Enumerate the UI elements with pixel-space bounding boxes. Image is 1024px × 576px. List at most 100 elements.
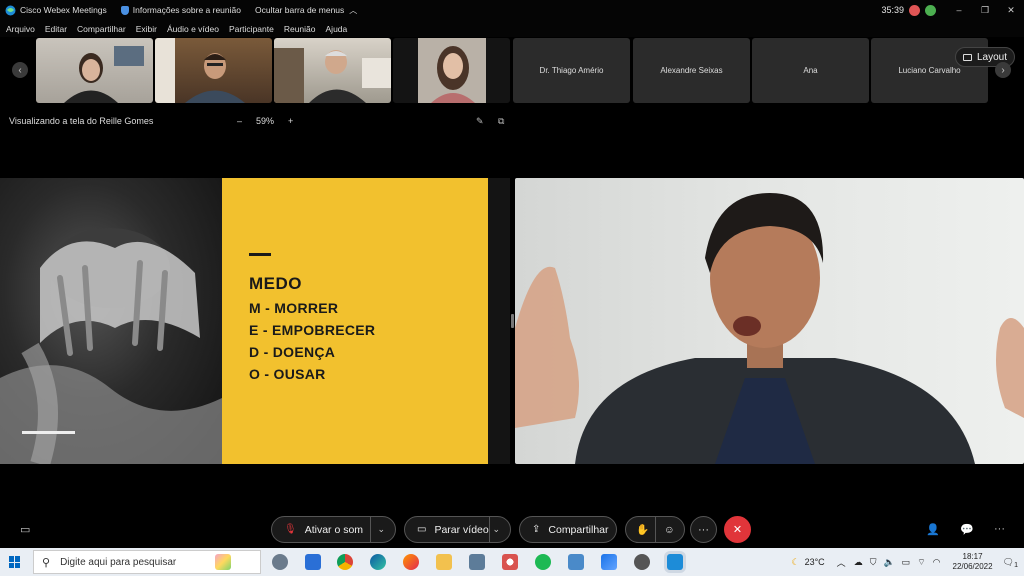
wifi-icon[interactable]: ◠ xyxy=(933,557,941,568)
zoom-out-button[interactable]: – xyxy=(237,116,242,126)
app-title: Cisco Webex Meetings xyxy=(20,5,107,15)
mic-muted-icon: 🎙 xyxy=(284,524,297,535)
network-icon[interactable]: ⌔ xyxy=(917,557,925,568)
separator xyxy=(370,516,371,543)
edge-icon[interactable] xyxy=(370,554,386,570)
settings-gear-icon[interactable] xyxy=(272,554,288,570)
more-panels-icon[interactable]: ··· xyxy=(994,523,1005,535)
menu-reuniao[interactable]: Reunião xyxy=(284,24,316,34)
menu-audio-video[interactable]: Áudio e vídeo xyxy=(167,24,219,34)
slide-text-panel: MEDO M - MORRER E - EMPOBRECER D - DOENÇ… xyxy=(222,178,488,464)
weather-temperature[interactable]: 23°C xyxy=(805,557,825,567)
participant-name-tile[interactable]: Alexandre Seixas xyxy=(633,38,750,103)
zoom-level: 59% xyxy=(256,116,275,126)
photos-icon[interactable] xyxy=(601,554,617,570)
chat-panel-icon[interactable]: ▭ xyxy=(20,523,30,536)
cloud-icon[interactable]: ☁ xyxy=(854,557,863,568)
search-highlight-icon xyxy=(215,554,231,570)
participant-name-tile[interactable]: Dr. Thiago Amério xyxy=(513,38,630,103)
slide-line: M - MORRER xyxy=(249,300,339,316)
annotate-icon[interactable]: ✎ xyxy=(476,116,484,127)
pane-resize-handle[interactable] xyxy=(511,314,514,328)
system-tray: ☾ 23°C ︿ ☁ ⛉ 🔈 ▭ ⌔ ◠ 18:17 22/06/2022 🗨 1 xyxy=(791,548,1024,576)
menu-compartilhar[interactable]: Compartilhar xyxy=(77,24,126,34)
menu-exibir[interactable]: Exibir xyxy=(136,24,157,34)
meeting-info-label: Informações sobre a reunião xyxy=(132,5,241,15)
menu-ajuda[interactable]: Ajuda xyxy=(326,24,348,34)
volume-icon[interactable]: 🔈 xyxy=(883,557,894,568)
slide-photo xyxy=(0,178,222,464)
meeting-info-button[interactable]: Informações sobre a reunião xyxy=(120,5,241,15)
leave-meeting-button[interactable]: ✕ xyxy=(724,516,751,543)
settings-icon[interactable] xyxy=(634,554,650,570)
popout-icon[interactable]: ⧉ xyxy=(498,116,504,127)
menu-editar[interactable]: Editar xyxy=(45,24,67,34)
spotify-icon[interactable] xyxy=(535,554,551,570)
slide-accent-line xyxy=(249,253,271,256)
system-clock[interactable]: 18:17 22/06/2022 xyxy=(953,552,993,572)
avatar[interactable] xyxy=(925,4,936,16)
reaction-icon[interactable]: ☺ xyxy=(664,524,675,536)
battery-icon[interactable]: ▭ xyxy=(902,557,911,568)
participant-name-tile[interactable]: Ana xyxy=(752,38,869,103)
clock-date: 22/06/2022 xyxy=(952,562,993,571)
calculator-icon[interactable] xyxy=(469,554,485,570)
meeting-timer: 35:39 xyxy=(881,5,904,15)
notifications-icon[interactable]: 🗨 1 xyxy=(1003,557,1018,569)
zoom-in-button[interactable]: + xyxy=(288,116,293,126)
windows-taskbar: ⚲ Digite aqui para pesquisar ☾ 23°C ︿ ☁ … xyxy=(0,548,1024,576)
avatar[interactable] xyxy=(909,4,920,16)
weather-moon-icon: ☾ xyxy=(791,556,800,567)
share-button[interactable]: ⇪ Compartilhar xyxy=(519,516,617,543)
chevron-up-icon: ︿ xyxy=(349,5,358,15)
share-screen-icon: ⇪ xyxy=(532,524,541,535)
chevron-down-icon[interactable]: ⌄ xyxy=(492,524,500,535)
participant-video-thumbnail[interactable] xyxy=(274,38,391,103)
participant-video-image xyxy=(418,38,486,103)
active-speaker-video[interactable] xyxy=(515,178,1024,464)
chrome-icon[interactable] xyxy=(337,554,353,570)
search-placeholder: Digite aqui para pesquisar xyxy=(60,556,177,568)
participant-video-thumbnail[interactable] xyxy=(36,38,153,103)
participant-video-image xyxy=(274,48,391,103)
stop-video-button[interactable]: ▭ Parar vídeo ⌄ xyxy=(404,516,511,543)
menu-arquivo[interactable]: Arquivo xyxy=(6,24,35,34)
strip-prev-button[interactable]: ‹ xyxy=(12,62,28,78)
share-label: Compartilhar xyxy=(548,523,609,536)
chat-icon[interactable]: 💬 xyxy=(960,523,974,536)
title-bar: Cisco Webex Meetings Informações sobre a… xyxy=(0,0,1024,20)
slide-accent-bar xyxy=(22,431,75,434)
menu-participante[interactable]: Participante xyxy=(229,24,274,34)
participants-icon[interactable]: 👤 xyxy=(926,523,940,536)
windows-start-icon[interactable] xyxy=(9,556,21,568)
slide-line: E - EMPOBRECER xyxy=(249,322,376,338)
clock-time: 18:17 xyxy=(962,552,983,561)
app-icon[interactable] xyxy=(568,554,584,570)
webex-taskbar-icon[interactable] xyxy=(667,554,683,570)
notification-count: 1 xyxy=(1014,561,1018,569)
app-icon[interactable] xyxy=(502,554,518,570)
webex-logo-icon xyxy=(5,5,16,15)
unmute-button[interactable]: 🎙 Ativar o som ⌄ xyxy=(271,516,396,543)
security-icon[interactable]: ⛉ xyxy=(870,557,877,568)
stop-video-label: Parar vídeo xyxy=(434,523,489,536)
participant-video-thumbnail[interactable] xyxy=(155,38,272,103)
participant-video-thumbnail[interactable] xyxy=(393,38,510,103)
chevron-down-icon[interactable]: ⌄ xyxy=(377,524,385,535)
strip-next-button[interactable]: › xyxy=(995,62,1011,78)
video-camera-icon: ▭ xyxy=(417,524,427,535)
more-options-button[interactable]: ··· xyxy=(690,516,717,543)
hide-menu-button[interactable]: Ocultar barra de menus ︿ xyxy=(255,5,357,16)
minimize-button[interactable]: – xyxy=(946,5,972,15)
zoom-control: – 59% + xyxy=(230,116,300,126)
shared-screen: MEDO M - MORRER E - EMPOBRECER D - DOENÇ… xyxy=(0,178,510,464)
raise-hand-icon[interactable]: ✋ xyxy=(636,523,649,536)
separator xyxy=(489,516,490,543)
restore-button[interactable]: ❐ xyxy=(972,5,998,16)
firefox-icon[interactable] xyxy=(403,554,419,570)
layout-icon xyxy=(962,53,972,61)
chevron-up-icon[interactable]: ︿ xyxy=(837,556,846,569)
app-icon[interactable] xyxy=(305,554,321,570)
close-window-button[interactable]: ✕ xyxy=(998,5,1024,16)
file-explorer-icon[interactable] xyxy=(436,554,452,570)
